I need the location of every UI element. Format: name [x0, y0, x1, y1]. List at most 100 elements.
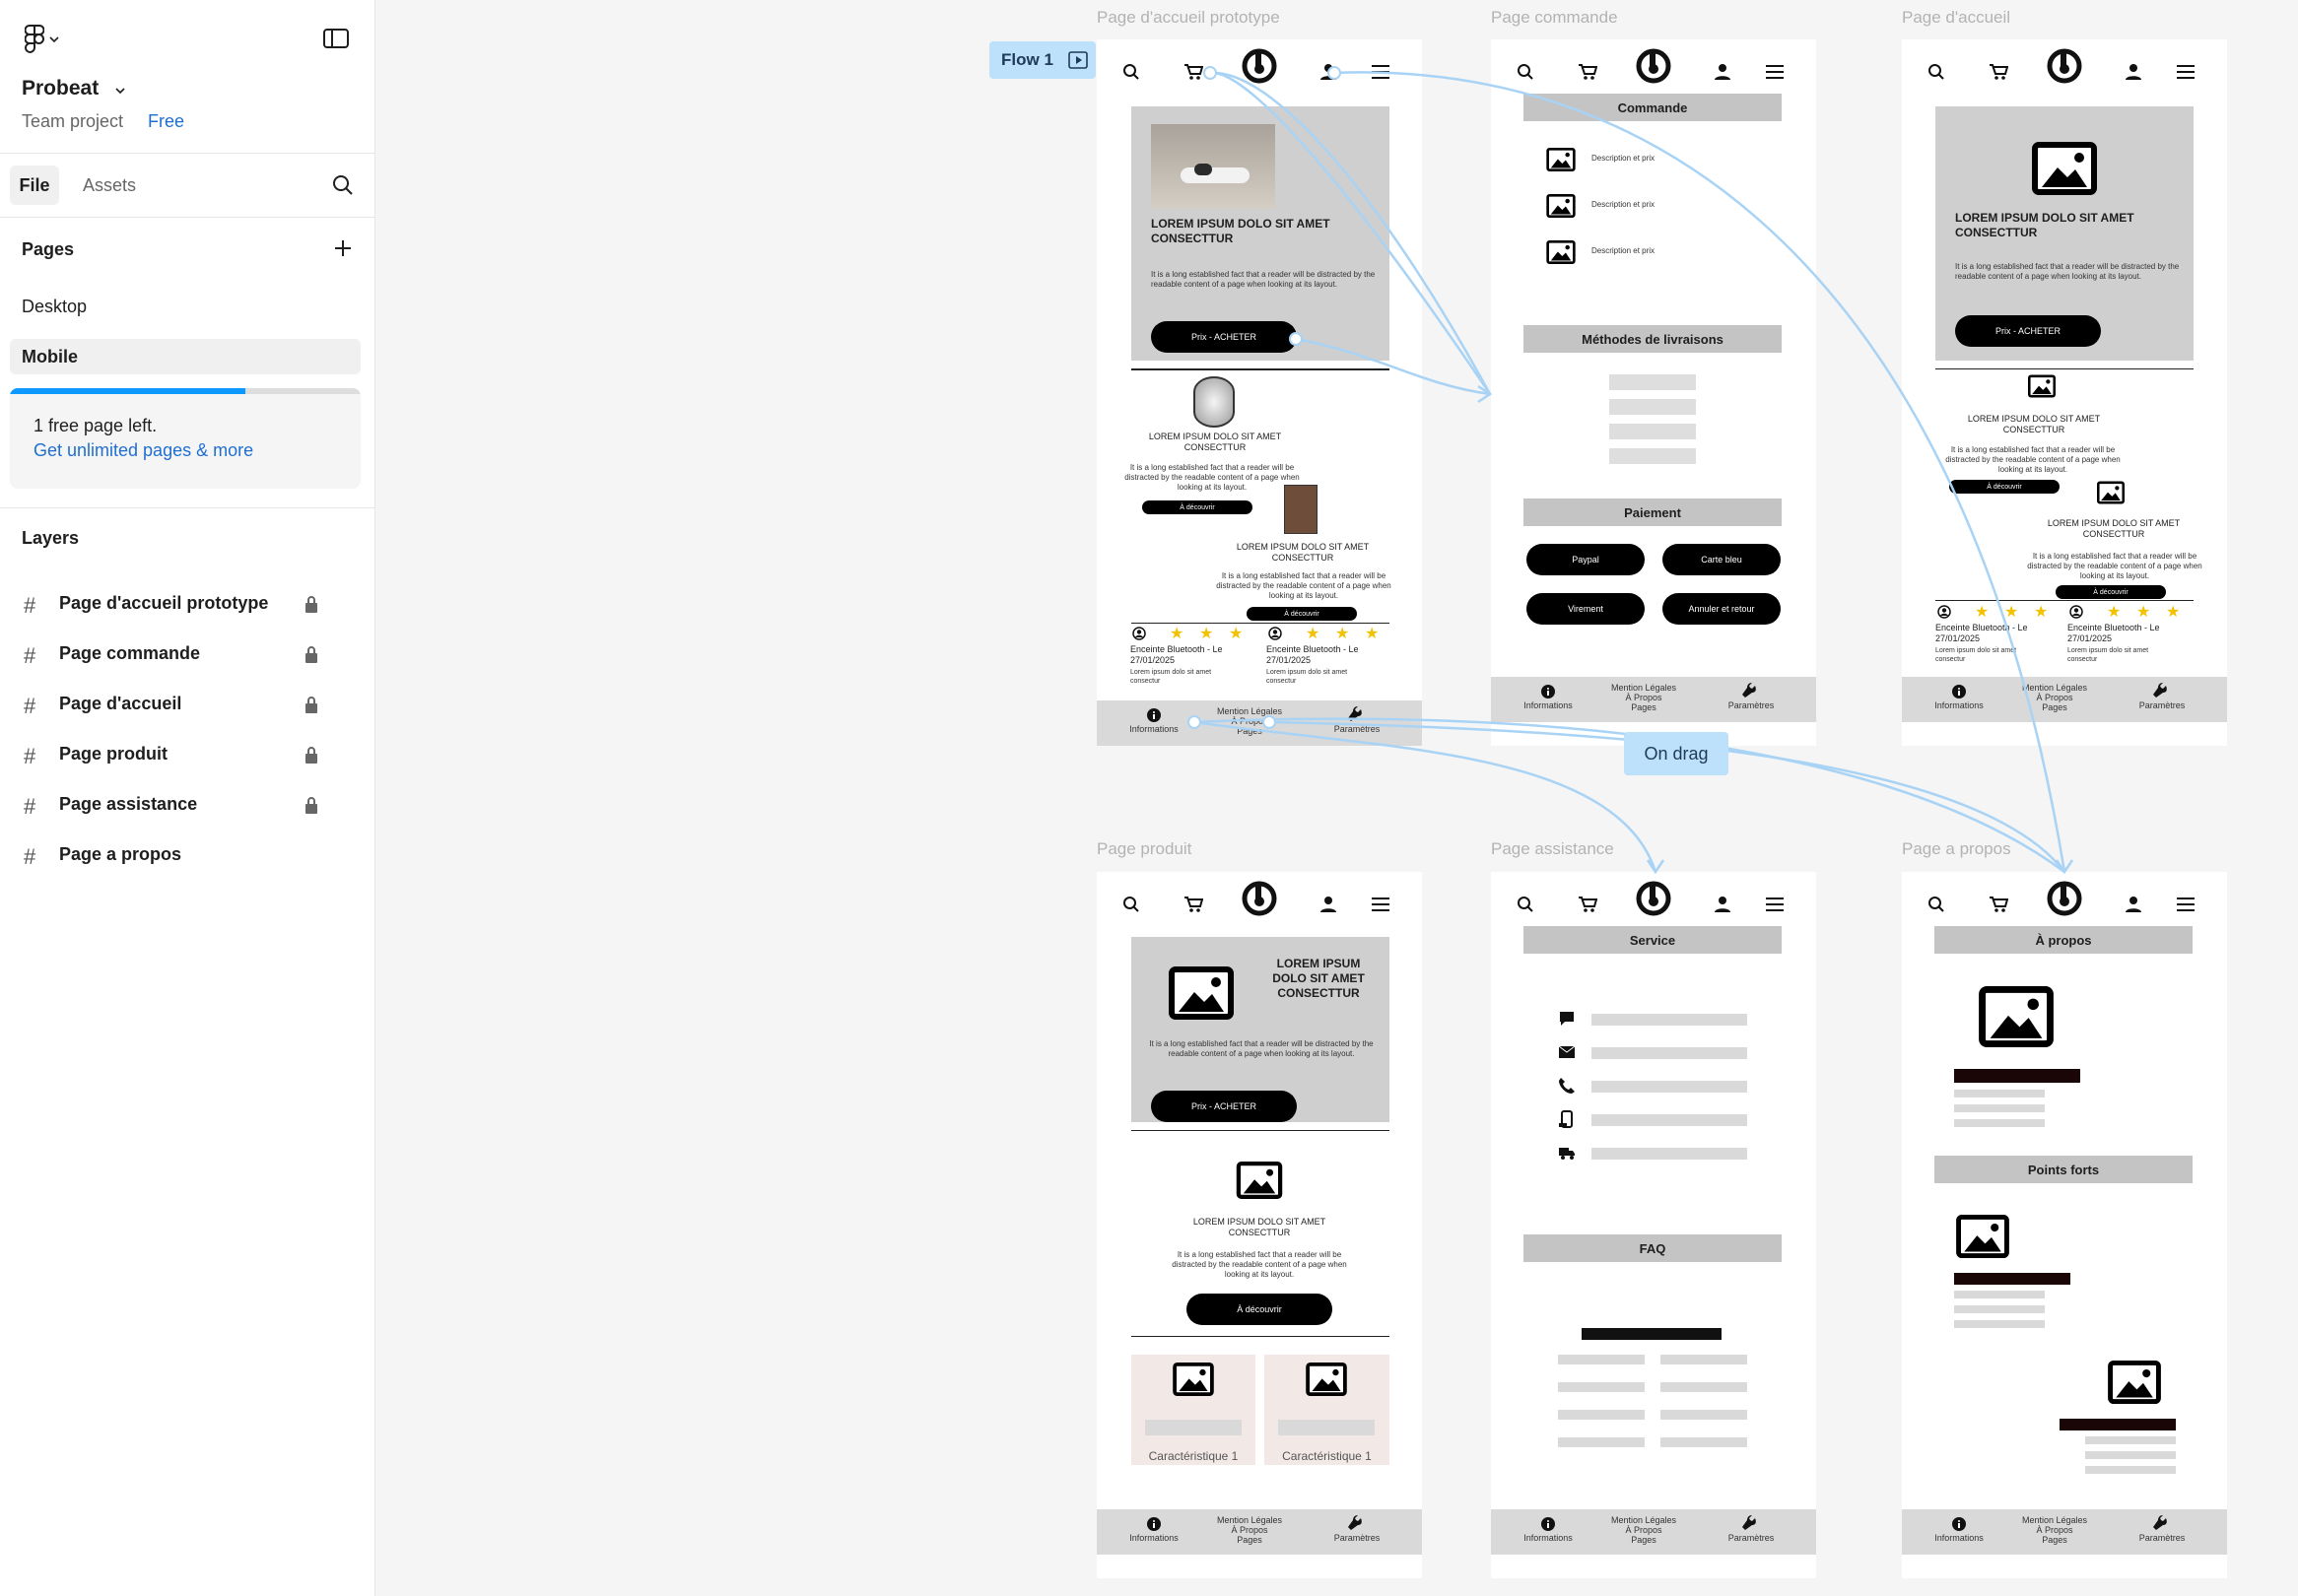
- frame-page-assistance[interactable]: Service FAQ Informations Mention Légales …: [1491, 872, 1816, 1578]
- contact-item[interactable]: [1558, 1110, 1775, 1130]
- frame-label[interactable]: Page a propos: [1902, 839, 2011, 859]
- info-icon[interactable]: [1541, 685, 1555, 698]
- buy-button[interactable]: Prix - ACHETER: [1151, 321, 1297, 353]
- frame-page-produit[interactable]: LOREM IPSUM DOLO SIT AMET CONSECTTUR It …: [1097, 872, 1422, 1578]
- footer-settings-label[interactable]: Paramètres: [2127, 700, 2197, 710]
- menu-icon[interactable]: [2176, 64, 2196, 80]
- lock-icon[interactable]: [304, 645, 319, 665]
- user-icon[interactable]: [1714, 896, 1731, 913]
- tab-file[interactable]: File: [10, 166, 59, 205]
- cart-icon[interactable]: [1183, 896, 1203, 913]
- footer-info-label[interactable]: Informations: [1118, 724, 1189, 734]
- frame-label[interactable]: Page commande: [1491, 8, 1618, 28]
- footer-settings-label[interactable]: Paramètres: [1321, 1533, 1392, 1543]
- buy-button[interactable]: Prix - ACHETER: [1955, 315, 2101, 347]
- discover-button[interactable]: À découvrir: [1142, 500, 1252, 514]
- cart-icon[interactable]: [1183, 63, 1203, 81]
- lock-icon[interactable]: [304, 696, 319, 715]
- frame-page-accueil[interactable]: LOREM IPSUM DOLO SIT AMET CONSECTTUR It …: [1902, 39, 2227, 746]
- footer-links[interactable]: Mention Légales À Propos Pages: [1599, 683, 1688, 712]
- menu-icon[interactable]: [2176, 897, 2196, 912]
- lock-icon[interactable]: [304, 796, 319, 816]
- frame-label[interactable]: Page d'accueil: [1902, 8, 2010, 28]
- paypal-button[interactable]: Paypal: [1526, 544, 1645, 575]
- contact-item[interactable]: [1558, 1144, 1775, 1164]
- info-icon[interactable]: [1541, 1517, 1555, 1531]
- cancel-return-button[interactable]: Annuler et retour: [1662, 593, 1781, 625]
- footer-info-label[interactable]: Informations: [1513, 700, 1584, 710]
- layer-item[interactable]: # Page a propos: [0, 834, 374, 882]
- on-drag-badge[interactable]: On drag: [1624, 732, 1728, 775]
- footer-settings-label[interactable]: Paramètres: [1716, 700, 1787, 710]
- menu-icon[interactable]: [1371, 897, 1390, 912]
- user-icon[interactable]: [2125, 896, 2142, 913]
- user-icon[interactable]: [1319, 63, 1337, 81]
- footer-settings-label[interactable]: Paramètres: [1321, 724, 1392, 734]
- figma-menu-button[interactable]: [20, 24, 65, 55]
- info-icon[interactable]: [1952, 685, 1966, 698]
- search-icon[interactable]: [1927, 896, 1945, 913]
- search-icon[interactable]: [1122, 63, 1140, 81]
- cart-icon[interactable]: [1578, 896, 1597, 913]
- footer-links[interactable]: Mention Légales À Propos Pages: [1205, 1515, 1294, 1545]
- footer-links[interactable]: Mention Légales À Propos Pages: [1205, 706, 1294, 736]
- play-icon[interactable]: [1068, 50, 1088, 70]
- cart-icon[interactable]: [1989, 896, 2008, 913]
- logo-icon[interactable]: [2046, 880, 2083, 917]
- layer-item[interactable]: # Page d'accueil prototype: [0, 583, 374, 631]
- page-item-desktop[interactable]: Desktop: [22, 297, 87, 317]
- discover-button[interactable]: À découvrir: [1949, 480, 2060, 494]
- footer-info-label[interactable]: Informations: [1924, 1533, 1994, 1543]
- lock-icon[interactable]: [304, 595, 319, 615]
- lock-icon[interactable]: [304, 746, 319, 765]
- search-icon[interactable]: [329, 171, 357, 199]
- user-icon[interactable]: [1319, 896, 1337, 913]
- menu-icon[interactable]: [1371, 64, 1390, 80]
- frame-label[interactable]: Page produit: [1097, 839, 1191, 859]
- info-icon[interactable]: [1147, 1517, 1161, 1531]
- contact-item[interactable]: [1558, 1043, 1775, 1063]
- footer-links[interactable]: Mention Légales À Propos Pages: [2010, 1515, 2099, 1545]
- contact-item[interactable]: [1558, 1010, 1775, 1030]
- logo-icon[interactable]: [1241, 880, 1278, 917]
- frame-page-accueil-prototype[interactable]: LOREM IPSUM DOLO SIT AMET CONSECTTUR It …: [1097, 39, 1422, 746]
- logo-icon[interactable]: [1635, 47, 1672, 85]
- menu-icon[interactable]: [1765, 897, 1785, 912]
- frame-page-commande[interactable]: Commande Description et prix Description …: [1491, 39, 1816, 746]
- wrench-icon[interactable]: [1741, 1515, 1757, 1531]
- logo-icon[interactable]: [1241, 47, 1278, 85]
- wrench-icon[interactable]: [2152, 683, 2168, 698]
- wrench-icon[interactable]: [2152, 1515, 2168, 1531]
- buy-button[interactable]: Prix - ACHETER: [1151, 1091, 1297, 1122]
- cart-icon[interactable]: [1578, 63, 1597, 81]
- user-icon[interactable]: [2125, 63, 2142, 81]
- footer-settings-label[interactable]: Paramètres: [1716, 1533, 1787, 1543]
- layer-item[interactable]: # Page produit: [0, 734, 374, 781]
- layer-item[interactable]: # Page commande: [0, 633, 374, 681]
- search-icon[interactable]: [1927, 63, 1945, 81]
- wrench-icon[interactable]: [1741, 683, 1757, 698]
- info-icon[interactable]: [1147, 708, 1161, 722]
- discover-button[interactable]: À découvrir: [1186, 1294, 1332, 1325]
- layer-item[interactable]: # Page d'accueil: [0, 684, 374, 731]
- discover-button[interactable]: À découvrir: [1247, 607, 1357, 621]
- upsell-link[interactable]: Get unlimited pages & more: [34, 440, 253, 461]
- footer-info-label[interactable]: Informations: [1118, 1533, 1189, 1543]
- plan-badge[interactable]: Free: [148, 111, 184, 132]
- frame-page-a-propos[interactable]: À propos Points forts Informations Mentio…: [1902, 872, 2227, 1578]
- contact-item[interactable]: [1558, 1077, 1775, 1097]
- search-icon[interactable]: [1517, 896, 1534, 913]
- logo-icon[interactable]: [2046, 47, 2083, 85]
- discover-button[interactable]: À découvrir: [2056, 585, 2166, 599]
- wrench-icon[interactable]: [1347, 706, 1363, 722]
- frame-label[interactable]: Page assistance: [1491, 839, 1614, 859]
- search-icon[interactable]: [1517, 63, 1534, 81]
- cart-icon[interactable]: [1989, 63, 2008, 81]
- search-icon[interactable]: [1122, 896, 1140, 913]
- transfer-button[interactable]: Virement: [1526, 593, 1645, 625]
- info-icon[interactable]: [1952, 1517, 1966, 1531]
- tab-assets[interactable]: Assets: [83, 175, 136, 196]
- add-page-icon[interactable]: [329, 234, 357, 262]
- toggle-sidebar-icon[interactable]: [321, 26, 351, 51]
- logo-icon[interactable]: [1635, 880, 1672, 917]
